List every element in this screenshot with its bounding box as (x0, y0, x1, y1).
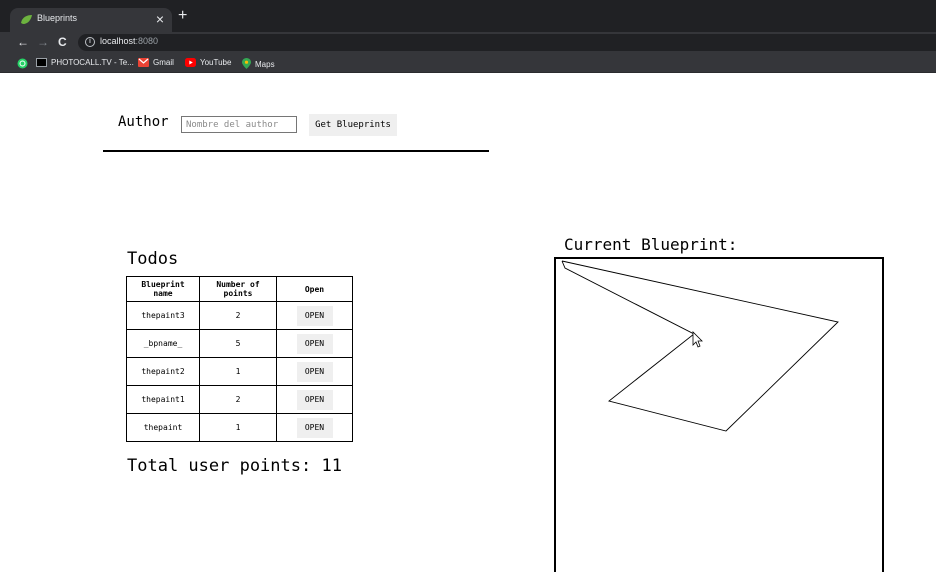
header-number-of-points: Number of points (199, 276, 277, 302)
get-blueprints-button[interactable]: Get Blueprints (309, 114, 397, 136)
blueprint-drawing (561, 260, 839, 432)
whatsapp-icon[interactable] (17, 58, 28, 69)
open-button[interactable]: OPEN (296, 333, 333, 354)
bookmark-gmail[interactable]: Gmail (138, 58, 174, 67)
table-row: thepaint1 2 OPEN (126, 385, 353, 414)
table-row: thepaint 1 OPEN (126, 413, 353, 442)
table-row: thepaint3 2 OPEN (126, 301, 353, 330)
tab-title: Blueprints (37, 13, 78, 23)
open-button[interactable]: OPEN (296, 417, 333, 438)
bookmark-youtube[interactable]: YouTube (185, 58, 231, 67)
blueprint-name: thepaint (126, 413, 200, 442)
spring-leaf-icon (21, 15, 32, 24)
total-user-points: Total user points: 11 (127, 456, 342, 476)
open-cell: OPEN (276, 357, 353, 386)
header-open: Open (276, 276, 353, 302)
open-button[interactable]: OPEN (296, 361, 333, 382)
bookmark-label: YouTube (200, 58, 232, 67)
divider (103, 150, 489, 152)
open-cell: OPEN (276, 329, 353, 358)
blueprint-points: 2 (199, 385, 277, 414)
open-cell: OPEN (276, 301, 353, 330)
browser-tab-bar: Blueprints × + (0, 0, 936, 32)
blueprint-name: thepaint3 (126, 301, 200, 330)
browser-tab[interactable]: Blueprints × (10, 8, 172, 32)
maps-icon (242, 58, 251, 69)
photocall-icon (36, 58, 47, 67)
url-host: localhost (100, 36, 136, 46)
author-input[interactable] (181, 116, 297, 133)
blueprint-points: 1 (199, 413, 277, 442)
address-bar[interactable]: i localhost:8080 (78, 34, 936, 51)
bookmark-label: Maps (255, 60, 275, 69)
selected-author-heading: Todos (127, 249, 179, 269)
open-cell: OPEN (276, 385, 353, 414)
author-label: Author (118, 114, 169, 130)
header-blueprint-name: Blueprint name (126, 276, 200, 302)
bookmarks-bar: PHOTOCALL.TV - Te... Gmail YouTube Maps (0, 53, 936, 73)
bookmark-label: PHOTOCALL.TV - Te... (51, 58, 134, 67)
open-button[interactable]: OPEN (296, 389, 333, 410)
forward-icon[interactable]: → (37, 35, 49, 49)
bookmark-photocall[interactable]: PHOTOCALL.TV - Te... (36, 58, 134, 67)
reload-icon[interactable]: C (58, 35, 67, 49)
back-icon[interactable]: ← (17, 35, 29, 49)
blueprint-name: _bpname_ (126, 329, 200, 358)
close-tab-icon[interactable]: × (156, 10, 164, 28)
blueprint-points: 1 (199, 357, 277, 386)
open-button[interactable]: OPEN (296, 305, 333, 326)
info-icon[interactable]: i (85, 37, 95, 47)
current-blueprint-title: Current Blueprint: (564, 235, 738, 254)
blueprint-points: 5 (199, 329, 277, 358)
gmail-icon (138, 58, 149, 67)
browser-toolbar: ← → C i localhost:8080 (0, 32, 936, 53)
blueprints-table: Blueprint name Number of points Open the… (126, 276, 353, 442)
open-cell: OPEN (276, 413, 353, 442)
bookmark-maps[interactable]: Maps (242, 58, 275, 69)
blueprint-points: 2 (199, 301, 277, 330)
youtube-icon (185, 58, 196, 67)
blueprint-canvas[interactable] (554, 257, 884, 572)
table-row: _bpname_ 5 OPEN (126, 329, 353, 358)
bookmark-label: Gmail (153, 58, 174, 67)
url-port: :8080 (135, 36, 159, 46)
mouse-cursor-icon (692, 331, 703, 348)
table-row: thepaint2 1 OPEN (126, 357, 353, 386)
blueprint-name: thepaint2 (126, 357, 200, 386)
blueprint-name: thepaint1 (126, 385, 200, 414)
new-tab-button[interactable]: + (178, 7, 187, 25)
url-text: localhost:8080 (100, 36, 158, 46)
table-header-row: Blueprint name Number of points Open (126, 276, 353, 302)
